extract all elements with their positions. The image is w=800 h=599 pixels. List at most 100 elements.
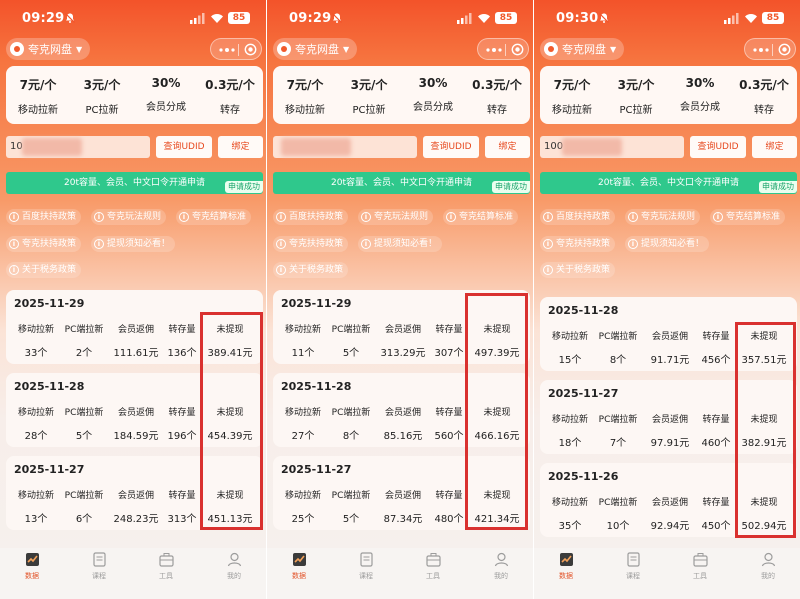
tab-courses[interactable]: 课程 [79, 552, 119, 581]
bind-button[interactable]: 绑定 [485, 136, 530, 158]
udid-input[interactable]: 100 [540, 136, 684, 158]
quark-logo-icon [277, 42, 291, 56]
book-icon [359, 552, 373, 567]
app-switcher[interactable]: 夸克网盘 ▼ [273, 38, 358, 60]
info-icon: i [446, 212, 456, 222]
apply-banner[interactable]: 20t容量、会员、中文口令开通申请 申请成功 [540, 172, 797, 194]
app-switcher[interactable]: 夸克网盘 ▼ [6, 38, 91, 60]
target-icon[interactable] [511, 43, 524, 56]
rate-pc: 3元/个 PC拉新 [337, 76, 401, 116]
policy-link[interactable]: i 夸克玩法规则 [91, 209, 167, 225]
policy-link[interactable]: i 关于税务政策 [540, 262, 616, 278]
stat-value: 8个 [342, 431, 360, 442]
info-icon: i [713, 212, 723, 222]
phone-screen-3: 09:30 85 夸克网盘 ▼ 7元/个 移动拉新 3元/个 PC拉新 30% 会员分… [534, 0, 800, 599]
app-name: 夸克网盘 [562, 43, 606, 56]
stat-label: PC端拉新 [64, 491, 104, 501]
card-date: 2025-11-26 [548, 470, 619, 483]
card-date: 2025-11-27 [548, 387, 619, 400]
policy-link[interactable]: i 关于税务政策 [6, 262, 82, 278]
quark-logo-icon [544, 42, 558, 56]
policy-link[interactable]: i 百度扶持政策 [273, 209, 349, 225]
capsule-menu [210, 38, 262, 60]
query-udid-button[interactable]: 查询UDID [423, 136, 479, 158]
tab-label: 工具 [159, 572, 173, 580]
policy-link[interactable]: i 夸克扶持政策 [6, 236, 82, 252]
apply-banner[interactable]: 20t容量、会员、中文口令开通申请 申请成功 [273, 172, 530, 194]
policy-label: 夸克结算标准 [726, 212, 781, 222]
status-time: 09:30 [556, 11, 599, 26]
udid-input[interactable]: 10 [6, 136, 150, 158]
tab-courses[interactable]: 课程 [613, 552, 653, 581]
policy-label: 夸克扶持政策 [22, 239, 77, 249]
wifi-icon [745, 14, 757, 23]
redaction-blur [281, 138, 351, 156]
policy-label: 提现须知必看！ [374, 239, 438, 249]
policy-link[interactable]: i 百度扶持政策 [6, 209, 82, 225]
rate-mobile: 7元/个 移动拉新 [540, 76, 604, 116]
policy-link[interactable]: i 提现须知必看！ [625, 236, 710, 252]
tab-profile[interactable]: 我的 [748, 552, 788, 581]
policy-link[interactable]: i 提现须知必看！ [358, 236, 443, 252]
stat-label: PC端拉新 [331, 491, 371, 501]
tab-label: 我的 [761, 572, 775, 580]
query-udid-button[interactable]: 查询UDID [156, 136, 212, 158]
tab-tools[interactable]: 工具 [146, 552, 186, 581]
tab-data[interactable]: 数据 [279, 552, 319, 581]
tab-label: 我的 [227, 572, 241, 580]
card-date: 2025-11-27 [281, 463, 352, 476]
udid-input[interactable] [273, 136, 417, 158]
policy-label: 关于税务政策 [556, 265, 611, 275]
target-icon[interactable] [778, 43, 791, 56]
tab-label: 数据 [292, 572, 306, 580]
policy-link[interactable]: i 夸克玩法规则 [625, 209, 701, 225]
card-date: 2025-11-28 [548, 304, 619, 317]
rate-value: 30% [685, 76, 715, 90]
rate-value: 30% [418, 76, 448, 90]
rate-value: 7元/个 [553, 78, 591, 92]
bind-button[interactable]: 绑定 [218, 136, 263, 158]
dots-icon[interactable] [219, 48, 235, 52]
rate-value: 3元/个 [83, 78, 121, 92]
app-name: 夸克网盘 [28, 43, 72, 56]
apply-banner[interactable]: 20t容量、会员、中文口令开通申请 申请成功 [6, 172, 263, 194]
tab-courses[interactable]: 课程 [346, 552, 386, 581]
stat-label: PC端拉新 [598, 498, 638, 508]
app-switcher[interactable]: 夸克网盘 ▼ [540, 38, 625, 60]
chart-icon [25, 553, 39, 566]
tab-tools[interactable]: 工具 [413, 552, 453, 581]
stat-value: 7个 [609, 438, 627, 449]
info-icon: i [9, 212, 19, 222]
policy-link[interactable]: i 关于税务政策 [273, 262, 349, 278]
info-icon: i [543, 265, 553, 275]
policy-link[interactable]: i 夸克扶持政策 [540, 236, 616, 252]
policy-link[interactable]: i 百度扶持政策 [540, 209, 616, 225]
rate-transfer: 0.3元/个 转存 [465, 76, 529, 116]
capsule-divider [505, 44, 506, 56]
dots-icon[interactable] [486, 48, 502, 52]
policy-link[interactable]: i 夸克扶持政策 [273, 236, 349, 252]
udid-row: 10 查询UDID 绑定 [6, 136, 263, 158]
policy-link[interactable]: i 夸克玩法规则 [358, 209, 434, 225]
tab-profile[interactable]: 我的 [214, 552, 254, 581]
policy-link[interactable]: i 夸克结算标准 [176, 209, 252, 225]
rate-label: PC拉新 [619, 105, 653, 116]
dots-icon[interactable] [753, 48, 769, 52]
query-udid-button[interactable]: 查询UDID [690, 136, 746, 158]
policy-link[interactable]: i 夸克结算标准 [710, 209, 786, 225]
tab-data[interactable]: 数据 [12, 552, 52, 581]
tab-tools[interactable]: 工具 [680, 552, 720, 581]
policy-link[interactable]: i 提现须知必看！ [91, 236, 176, 252]
policy-link[interactable]: i 夸克结算标准 [443, 209, 519, 225]
card-date: 2025-11-29 [14, 297, 85, 310]
status-bar: 09:30 85 [534, 0, 800, 36]
tab-profile[interactable]: 我的 [481, 552, 521, 581]
bind-button[interactable]: 绑定 [752, 136, 797, 158]
info-icon: i [628, 212, 638, 222]
rate-label: PC拉新 [85, 105, 119, 116]
stat-value: 2个 [75, 348, 93, 359]
tab-data[interactable]: 数据 [546, 552, 586, 581]
target-icon[interactable] [244, 43, 257, 56]
rate-value: 7元/个 [286, 78, 324, 92]
redaction-blur [22, 138, 82, 156]
